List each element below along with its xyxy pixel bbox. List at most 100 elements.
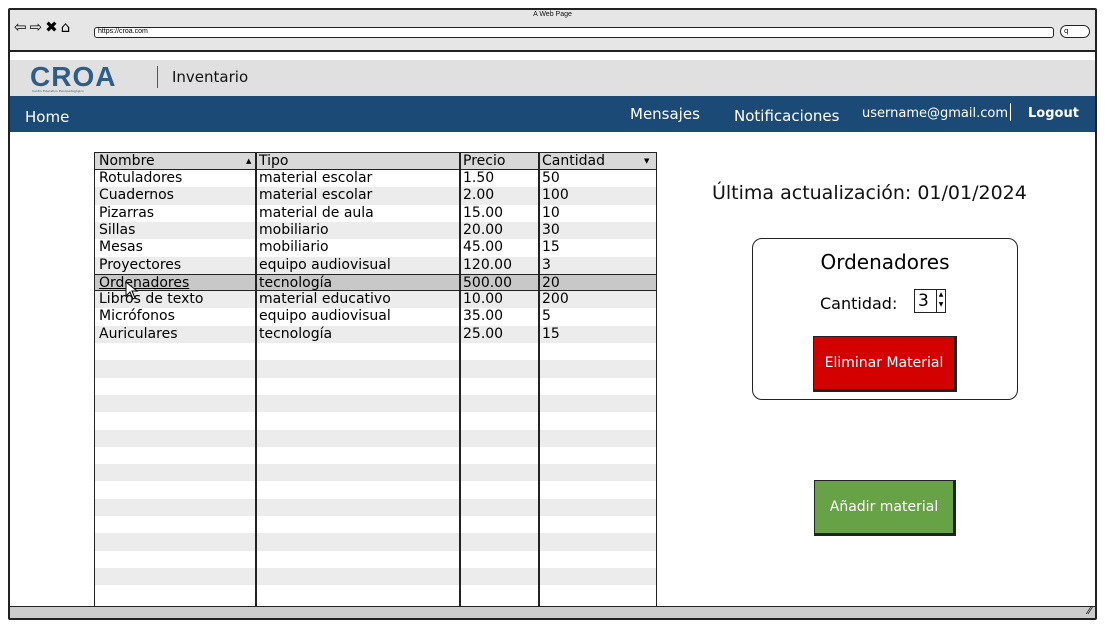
logout-link[interactable]: Logout — [1028, 106, 1079, 121]
nav-user-email[interactable]: username@gmail.com — [862, 106, 1008, 121]
table-row[interactable]: Pizarras material de aula 15.00 10 — [95, 205, 656, 222]
table-cell: mobiliario — [259, 221, 329, 238]
empty-table-row — [95, 412, 656, 429]
table-cell: 120.00 — [463, 256, 512, 273]
empty-table-row — [95, 533, 656, 551]
inventory-table[interactable]: Nombre ▲ Tipo Precio Cantidad ▼ Rotulado… — [94, 152, 657, 608]
table-row[interactable]: Sillas mobiliario 20.00 30 — [95, 221, 656, 240]
empty-table-row — [95, 360, 656, 378]
table-cell: Ordenadores — [99, 274, 190, 291]
column-divider — [255, 153, 257, 607]
table-cell: 35.00 — [463, 308, 504, 325]
empty-table-row — [95, 394, 656, 413]
browser-nav-icons: ⇦ ⇨ ✖ ⌂ — [14, 18, 70, 36]
window-title: A Web Page — [533, 11, 572, 18]
nav-notifications-link[interactable]: Notificaciones — [734, 107, 839, 125]
table-cell: Pizarras — [99, 204, 155, 221]
table-cell: Proyectores — [99, 256, 182, 273]
empty-table-row — [95, 447, 656, 464]
header-divider — [157, 66, 158, 88]
empty-table-row — [95, 551, 656, 568]
app-header: CROA Centro Educativo Psicopedagógico In… — [10, 60, 1095, 96]
column-header-tipo[interactable]: Tipo — [257, 153, 288, 169]
top-navbar: Home Mensajes Notificaciones username@gm… — [10, 96, 1095, 132]
stepper-up-icon[interactable]: ▲ — [937, 290, 945, 300]
column-header-precio[interactable]: Precio — [461, 153, 505, 169]
table-cell: Cuadernos — [99, 187, 174, 204]
empty-table-row — [95, 567, 656, 586]
table-cell: 10 — [542, 204, 560, 221]
table-row[interactable]: Auriculares tecnología 25.00 15 — [95, 325, 656, 343]
table-cell: material educativo — [259, 291, 391, 308]
table-cell: tecnología — [259, 274, 333, 291]
croa-logo[interactable]: CROA — [30, 62, 116, 92]
table-cell: mobiliario — [259, 239, 329, 256]
table-cell: Libros de texto — [99, 291, 204, 308]
quantity-value[interactable]: 3 — [918, 291, 929, 311]
column-divider — [538, 153, 540, 607]
table-cell: 50 — [542, 170, 560, 186]
logo-subtitle: Centro Educativo Psicopedagógico — [32, 89, 84, 93]
table-cell: material escolar — [259, 170, 373, 186]
empty-table-row — [95, 464, 656, 482]
last-update-text: Última actualización: 01/01/2024 — [712, 182, 1027, 204]
table-cell: Mesas — [99, 239, 143, 256]
close-icon[interactable]: ✖ — [45, 18, 58, 36]
table-cell: 15 — [542, 239, 560, 256]
table-cell: 3 — [542, 256, 551, 273]
table-row[interactable]: Libros de texto material educativo 10.00 20… — [95, 291, 656, 309]
table-cell: 500.00 — [463, 274, 512, 291]
table-row[interactable]: Cuadernos material escolar 2.00 100 — [95, 187, 656, 205]
nav-divider — [1010, 103, 1011, 121]
horizontal-scrollbar[interactable]: ⁄⁄ — [10, 606, 1095, 618]
sort-asc-icon[interactable]: ▲ — [246, 157, 251, 165]
column-header-cantidad[interactable]: Cantidad — [540, 153, 605, 169]
table-row[interactable]: Micrófonos equipo audiovisual 35.00 5 — [95, 308, 656, 325]
table-header: Nombre ▲ Tipo Precio Cantidad ▼ — [95, 153, 656, 170]
page-viewport: CROA Centro Educativo Psicopedagógico In… — [10, 54, 1095, 608]
table-cell: 15.00 — [463, 204, 504, 221]
nav-messages-link[interactable]: Mensajes — [630, 105, 700, 123]
column-header-nombre[interactable]: Nombre — [97, 153, 155, 169]
table-cell: 1.50 — [463, 170, 495, 186]
url-input[interactable]: https://croa.com — [94, 27, 1054, 38]
table-cell: equipo audiovisual — [259, 256, 391, 273]
forward-arrow-icon[interactable]: ⇨ — [30, 18, 43, 36]
table-cell: 5 — [542, 308, 551, 325]
table-row[interactable]: Proyectores equipo audiovisual 120.00 3 — [95, 256, 656, 274]
browser-titlebar: A Web Page ⇦ ⇨ ✖ ⌂ https://croa.com q — [10, 10, 1095, 52]
stepper-down-icon[interactable]: ▼ — [937, 300, 945, 310]
table-cell: 25.00 — [463, 325, 504, 342]
column-divider — [459, 153, 461, 607]
table-cell: Micrófonos — [99, 308, 175, 325]
table-cell: 20.00 — [463, 221, 504, 238]
table-cell: tecnología — [259, 325, 333, 342]
add-material-button[interactable]: Añadir material — [814, 480, 956, 536]
browser-window: A Web Page ⇦ ⇨ ✖ ⌂ https://croa.com q CR… — [8, 8, 1097, 620]
delete-material-button[interactable]: Eliminar Material — [813, 336, 957, 392]
table-cell: Auriculares — [99, 325, 178, 342]
table-cell: 20 — [542, 274, 560, 291]
empty-table-row — [95, 516, 656, 533]
browser-search-pill[interactable]: q — [1060, 25, 1090, 38]
mouse-pointer-icon — [125, 281, 139, 300]
empty-table-row — [95, 481, 656, 498]
back-arrow-icon[interactable]: ⇦ — [14, 18, 27, 36]
nav-home-link[interactable]: Home — [25, 108, 69, 126]
stepper-buttons[interactable]: ▲ ▼ — [936, 290, 945, 312]
table-row[interactable]: Rotuladores material escolar 1.50 50 — [95, 170, 656, 187]
chevron-down-icon[interactable]: ▼ — [644, 157, 649, 165]
page-title: Inventario — [172, 68, 249, 86]
empty-table-row — [95, 429, 656, 447]
table-cell: equipo audiovisual — [259, 308, 391, 325]
home-icon[interactable]: ⌂ — [61, 18, 71, 36]
table-row[interactable]: Mesas mobiliario 45.00 15 — [95, 239, 656, 256]
table-row[interactable]: Ordenadores tecnología 500.00 20 — [95, 273, 656, 292]
quantity-stepper[interactable]: 3 ▲ ▼ — [914, 289, 946, 313]
resize-grip-icon[interactable]: ⁄⁄ — [1088, 606, 1091, 618]
table-cell: 100 — [542, 187, 569, 204]
empty-table-row — [95, 378, 656, 395]
selected-item-title: Ordenadores — [820, 250, 950, 274]
empty-table-row — [95, 498, 656, 516]
empty-table-row — [95, 585, 656, 602]
